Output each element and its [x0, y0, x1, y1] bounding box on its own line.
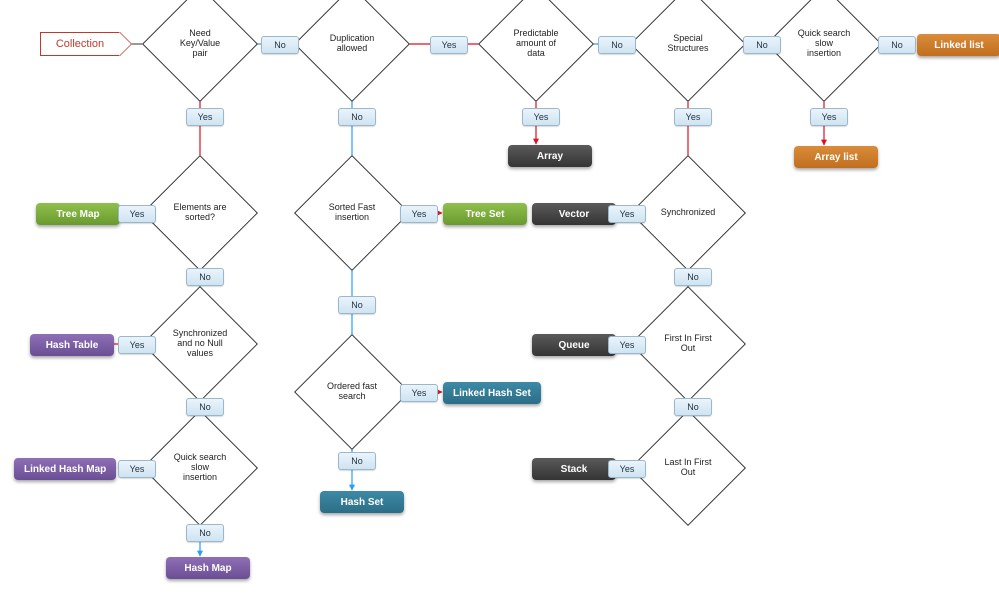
result-linked-hash-map: Linked Hash Map [14, 458, 116, 480]
pill-yes: Yes [608, 460, 646, 478]
result-queue: Queue [532, 334, 616, 356]
pill-no: No [186, 398, 224, 416]
pill-yes: Yes [118, 460, 156, 478]
result-linked-hash-set: Linked Hash Set [443, 382, 541, 404]
result-hash-set: Hash Set [320, 491, 404, 513]
pill-no: No [598, 36, 636, 54]
decision-sorted-elements: Elements are sorted? [159, 172, 241, 254]
result-array: Array [508, 145, 592, 167]
result-array-list: Array list [794, 146, 878, 168]
pill-yes: Yes [430, 36, 468, 54]
result-linked-list: Linked list [917, 34, 999, 56]
pill-no: No [338, 296, 376, 314]
pill-yes: Yes [118, 336, 156, 354]
result-tree-set: Tree Set [443, 203, 527, 225]
decision-quick-search-left: Quick search slow insertion [159, 427, 241, 509]
pill-yes: Yes [186, 108, 224, 126]
pill-yes: Yes [608, 205, 646, 223]
decision-special-structures: Special Structures [647, 3, 729, 85]
pill-yes: Yes [400, 384, 438, 402]
start-node: Collection [40, 32, 120, 56]
decision-synchronized: Synchronized [647, 172, 729, 254]
decision-fifo: First In First Out [647, 303, 729, 385]
flowchart-canvas: Collection Need Key/Value pair Duplicati… [0, 0, 999, 603]
pill-no: No [674, 398, 712, 416]
decision-quick-search-right: Quick search slow insertion [783, 3, 865, 85]
pill-no: No [878, 36, 916, 54]
result-tree-map: Tree Map [36, 203, 120, 225]
decision-duplication: Duplication allowed [311, 3, 393, 85]
pill-no: No [261, 36, 299, 54]
pill-no: No [186, 268, 224, 286]
decision-ordered-fast-search: Ordered fast search [311, 351, 393, 433]
pill-yes: Yes [522, 108, 560, 126]
pill-no: No [743, 36, 781, 54]
pill-yes: Yes [608, 336, 646, 354]
pill-yes: Yes [400, 205, 438, 223]
decision-predictable: Predictable amount of data [495, 3, 577, 85]
pill-yes: Yes [674, 108, 712, 126]
pill-yes: Yes [810, 108, 848, 126]
connectors [0, 0, 999, 603]
result-stack: Stack [532, 458, 616, 480]
decision-sorted-fast-insertion: Sorted Fast insertion [311, 172, 393, 254]
pill-no: No [186, 524, 224, 542]
decision-sync-no-null: Synchronized and no Null values [159, 303, 241, 385]
decision-lifo: Last In First Out [647, 427, 729, 509]
start-label: Collection [56, 38, 104, 50]
pill-no: No [338, 452, 376, 470]
pill-no: No [674, 268, 712, 286]
decision-key-value: Need Key/Value pair [159, 3, 241, 85]
result-hash-map: Hash Map [166, 557, 250, 579]
pill-no: No [338, 108, 376, 126]
result-vector: Vector [532, 203, 616, 225]
pill-yes: Yes [118, 205, 156, 223]
result-hash-table: Hash Table [30, 334, 114, 356]
